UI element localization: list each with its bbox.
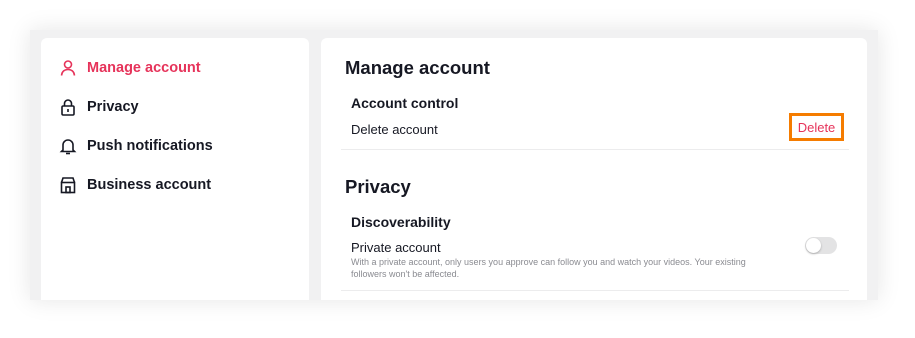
lock-icon bbox=[59, 98, 77, 116]
account-control-heading: Account control bbox=[351, 95, 459, 111]
sidebar-item-label: Push notifications bbox=[87, 138, 213, 154]
delete-account-button[interactable]: Delete bbox=[789, 113, 844, 141]
sidebar-item-business-account[interactable]: Business account bbox=[59, 173, 211, 197]
bell-icon bbox=[59, 137, 77, 155]
section-title-privacy: Privacy bbox=[345, 176, 411, 197]
sidebar-item-label: Business account bbox=[87, 177, 212, 193]
section-title-manage-account: Manage account bbox=[345, 57, 490, 78]
sidebar-item-manage-account[interactable]: Manage account bbox=[59, 56, 201, 80]
toggle-knob bbox=[806, 238, 821, 253]
divider bbox=[341, 149, 849, 150]
sidebar-item-label: Manage account bbox=[87, 60, 201, 76]
divider bbox=[341, 290, 849, 291]
settings-panel: Manage account Account control Delete ac… bbox=[321, 38, 867, 300]
sidebar-item-label: Privacy bbox=[87, 99, 139, 115]
person-icon bbox=[59, 59, 77, 77]
sidebar: Manage account Privacy Push notification… bbox=[41, 38, 309, 300]
discoverability-heading: Discoverability bbox=[351, 214, 451, 230]
store-icon bbox=[59, 176, 77, 194]
private-account-label: Private account bbox=[351, 240, 441, 255]
sidebar-item-push-notifications[interactable]: Push notifications bbox=[59, 134, 213, 158]
sidebar-item-privacy[interactable]: Privacy bbox=[59, 95, 139, 119]
private-account-toggle[interactable] bbox=[805, 237, 837, 254]
private-account-description: With a private account, only users you a… bbox=[351, 257, 746, 279]
delete-account-label: Delete account bbox=[351, 122, 438, 137]
